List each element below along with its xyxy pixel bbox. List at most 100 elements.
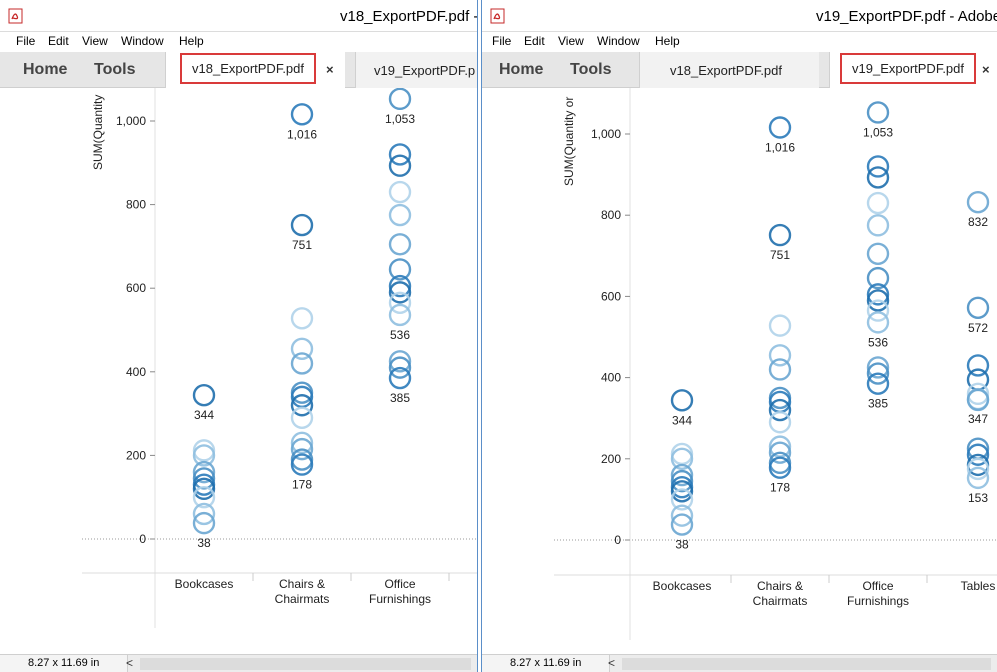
data-point-marker — [768, 314, 792, 337]
category-label: Office — [384, 577, 415, 591]
data-label: 751 — [292, 238, 312, 252]
y-tick-label: 1,000 — [591, 127, 621, 141]
data-label: 832 — [968, 215, 988, 229]
menu-edit[interactable]: Edit — [524, 34, 545, 48]
data-point-marker — [866, 214, 890, 237]
y-tick-label: 400 — [601, 371, 621, 385]
y-tick-label: 800 — [126, 198, 146, 212]
tab-label: v18_ExportPDF.pdf — [670, 63, 783, 78]
data-point-marker — [290, 453, 314, 476]
category-label: Office — [862, 579, 893, 593]
menu-edit[interactable]: Edit — [48, 34, 69, 48]
data-point-marker — [670, 442, 694, 466]
document-view[interactable]: SUM(Quantity or 1,000 800 600 400 200 0 Bookcas… — [482, 88, 997, 654]
scroll-left-icon[interactable]: < — [608, 656, 615, 670]
tab-bar: Home Tools v18_ExportPDF.pdf v19_ExportP… — [482, 52, 997, 88]
menu-window[interactable]: Window — [597, 34, 640, 48]
data-point-marker — [768, 358, 792, 381]
data-point-marker — [388, 143, 412, 166]
scroll-left-icon[interactable]: < — [126, 656, 133, 670]
close-tab-icon[interactable]: × — [326, 62, 334, 77]
tab-label: v19_ExportPDF.p — [374, 63, 476, 78]
data-label: 153 — [968, 491, 988, 505]
tab-v19-export-pdf[interactable]: v19_ExportPDF.pdf × — [829, 52, 997, 88]
title-bar[interactable]: v18_ExportPDF.pdf - — [0, 0, 477, 32]
data-label: 572 — [968, 321, 988, 335]
menu-window[interactable]: Window — [121, 34, 164, 48]
horizontal-scrollbar[interactable] — [140, 658, 471, 670]
data-point-marker — [866, 101, 890, 124]
data-label: 1,053 — [863, 125, 893, 139]
data-point-marker — [866, 242, 890, 265]
window-title: v18_ExportPDF.pdf - — [340, 8, 478, 25]
data-label: 347 — [968, 412, 988, 426]
close-tab-icon[interactable]: × — [982, 62, 990, 77]
nav-home[interactable]: Home — [23, 61, 67, 79]
data-label: 344 — [672, 413, 692, 427]
menu-bar: File Edit View Window Help — [0, 32, 477, 52]
data-label: 178 — [292, 478, 312, 492]
tab-v19-export-pdf[interactable]: v19_ExportPDF.p — [355, 52, 477, 88]
data-point-marker — [388, 180, 412, 204]
menu-help[interactable]: Help — [655, 34, 680, 48]
left-pdf-window: v18_ExportPDF.pdf - File Edit View Windo… — [0, 0, 478, 672]
data-point-marker — [192, 439, 216, 462]
category-label: Bookcases — [653, 579, 712, 593]
menu-view[interactable]: View — [82, 34, 108, 48]
data-point-marker — [768, 116, 792, 139]
y-tick-label: 200 — [601, 452, 621, 466]
menu-file[interactable]: File — [492, 34, 511, 48]
y-axis-title: SUM(Quantity — [91, 95, 105, 170]
tab-v18-export-pdf[interactable]: v18_ExportPDF.pdf — [639, 52, 819, 88]
nav-home[interactable]: Home — [499, 61, 543, 79]
data-label: 1,016 — [287, 127, 317, 141]
data-label: 178 — [770, 481, 790, 495]
data-label: 38 — [675, 538, 689, 552]
right-pdf-window: v19_ExportPDF.pdf - Adobe File Edit View… — [481, 0, 997, 672]
data-point-marker — [388, 154, 412, 177]
y-tick-label: 0 — [614, 533, 621, 547]
data-point-marker — [388, 203, 412, 227]
data-label: 385 — [868, 397, 888, 411]
data-point-marker — [290, 307, 314, 330]
data-point-marker — [290, 103, 314, 126]
data-point-marker — [966, 296, 990, 319]
document-view[interactable]: SUM(Quantity 1,000 800 600 400 200 0 Bookcases C… — [0, 88, 477, 654]
nav-tools[interactable]: Tools — [94, 61, 135, 79]
data-label: 385 — [390, 391, 410, 405]
scatter-chart: SUM(Quantity 1,000 800 600 400 200 0 Bookcases C… — [82, 88, 477, 628]
data-point-marker — [866, 311, 890, 334]
data-point-marker — [768, 411, 792, 434]
category-label: Chairs & — [757, 579, 803, 593]
data-point-marker — [290, 213, 314, 237]
menu-view[interactable]: View — [558, 34, 584, 48]
tab-label: v18_ExportPDF.pdf — [180, 53, 317, 84]
category-label: Chairmats — [275, 592, 330, 606]
data-label: 1,053 — [385, 112, 415, 126]
pdf-app-icon — [490, 8, 506, 24]
data-label: 751 — [770, 248, 790, 262]
y-tick-label: 600 — [601, 289, 621, 303]
nav-tools[interactable]: Tools — [570, 61, 611, 79]
status-bar: 8.27 x 11.69 in < — [0, 654, 477, 672]
data-point-marker — [768, 456, 792, 479]
category-label: Chairs & — [279, 577, 325, 591]
window-title: v19_ExportPDF.pdf - Adobe — [816, 8, 997, 25]
data-point-marker — [670, 389, 694, 412]
tab-v18-export-pdf[interactable]: v18_ExportPDF.pdf × — [165, 52, 345, 88]
data-point-marker — [388, 233, 412, 256]
title-bar[interactable]: v19_ExportPDF.pdf - Adobe — [482, 0, 997, 32]
data-point-marker — [290, 406, 314, 429]
scatter-chart: SUM(Quantity or 1,000 800 600 400 200 0 Bookcas… — [554, 88, 997, 640]
data-point-marker — [388, 303, 412, 327]
data-point-marker — [768, 223, 792, 247]
page-size-readout: 8.27 x 11.69 in — [0, 655, 129, 672]
menu-help[interactable]: Help — [179, 34, 204, 48]
y-tick-label: 200 — [126, 448, 146, 462]
y-tick-label: 800 — [601, 208, 621, 222]
y-tick-label: 0 — [139, 532, 146, 546]
horizontal-scrollbar[interactable] — [622, 658, 991, 670]
page-size-readout: 8.27 x 11.69 in — [482, 655, 611, 672]
menu-file[interactable]: File — [16, 34, 35, 48]
y-axis-title: SUM(Quantity or — [562, 97, 576, 186]
